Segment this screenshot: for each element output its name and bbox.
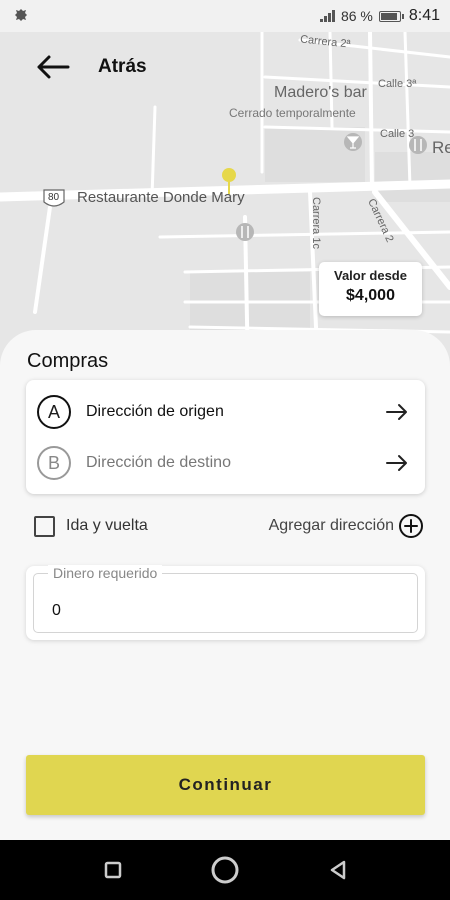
- map-label-street-calle3: Calle 3: [380, 128, 415, 140]
- arrow-right-icon: [386, 455, 407, 471]
- route-card: A Dirección de origen B Dirección de des…: [26, 380, 425, 494]
- add-address-label[interactable]: Agregar dirección: [269, 517, 394, 535]
- battery-level: [380, 12, 398, 20]
- required-money-legend: Dinero requerido: [48, 565, 163, 581]
- sheet-title: Compras: [27, 350, 109, 372]
- map-label-street-calle3a: Calle 3ª: [378, 78, 417, 90]
- triangle-back-icon: [330, 860, 346, 880]
- battery-icon: [378, 10, 404, 22]
- map-label-bar-status: Cerrado temporalmente: [229, 106, 356, 120]
- map-label-street-carrera1c: Carrera 1c: [310, 197, 322, 249]
- destination-address-label: Dirección de destino: [86, 454, 231, 471]
- continue-button[interactable]: Continuar: [26, 755, 425, 815]
- origin-address-row[interactable]: A Dirección de origen: [26, 386, 425, 438]
- circle-home-icon: [211, 856, 239, 884]
- back-navigation[interactable]: Atrás: [36, 52, 147, 82]
- map-label-restaurant: Restaurante Donde Mary: [77, 189, 245, 206]
- add-address-button[interactable]: Agregar dirección: [269, 513, 424, 539]
- map-label-route-number: 80: [48, 192, 60, 203]
- home-button[interactable]: [209, 854, 241, 886]
- price-estimate-card: Valor desde $4,000: [319, 262, 422, 316]
- required-money-input[interactable]: Dinero requerido 0: [33, 565, 418, 633]
- system-nav-bar: [0, 840, 450, 900]
- trip-options: Ida y vuelta Agregar dirección: [34, 512, 424, 540]
- map-label-bar: Madero's bar: [274, 84, 367, 101]
- status-bar: 86 % 8:41: [0, 0, 450, 32]
- back-nav-button[interactable]: [322, 854, 354, 886]
- required-money-value[interactable]: 0: [52, 602, 61, 620]
- money-card: Dinero requerido 0: [26, 565, 425, 640]
- add-circle-icon[interactable]: [398, 513, 424, 539]
- clock: 8:41: [408, 7, 440, 24]
- destination-address-row[interactable]: B Dirección de destino: [26, 437, 425, 489]
- restaurant-poi-icon-2: [236, 223, 254, 241]
- square-icon: [104, 861, 122, 879]
- price-caption: Valor desde: [334, 268, 407, 283]
- recent-apps-button[interactable]: [97, 854, 129, 886]
- round-trip-checkbox[interactable]: [34, 515, 55, 537]
- app-notification-icon: [15, 8, 27, 21]
- round-trip-label[interactable]: Ida y vuelta: [66, 517, 148, 535]
- map-view[interactable]: 80 Restaurante Donde Mary Madero's bar C…: [0, 32, 450, 372]
- request-sheet: Compras A Dirección de origen B Direcció…: [0, 330, 450, 840]
- price-value: $4,000: [346, 287, 395, 304]
- origin-badge: A: [37, 395, 71, 429]
- destination-badge: B: [37, 446, 71, 480]
- back-label[interactable]: Atrás: [98, 56, 147, 78]
- origin-address-label: Dirección de origen: [86, 403, 224, 420]
- signal-icon: [319, 10, 335, 22]
- battery-percent: 86 %: [340, 8, 373, 24]
- map-label-truncated-place: Re: [432, 138, 450, 157]
- back-arrow-icon[interactable]: [36, 52, 70, 82]
- bar-poi-icon: [344, 133, 362, 151]
- arrow-right-icon: [386, 404, 407, 420]
